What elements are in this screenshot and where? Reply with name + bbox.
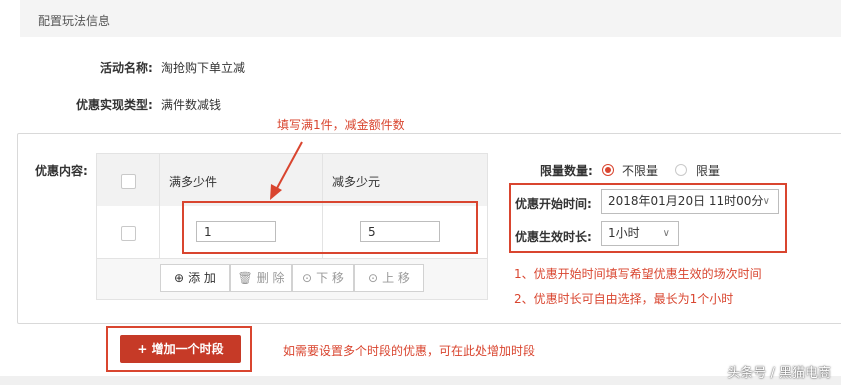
arrow-down-circle-icon: ⊙ [302, 271, 313, 285]
section-title: 配置玩法信息 [38, 14, 111, 28]
trash-icon: 🗑 [237, 271, 253, 285]
move-up-label: 上 移 [382, 271, 410, 285]
column-divider [159, 154, 160, 258]
column-header-min-qty: 满多少件 [169, 175, 218, 189]
annotation-top: 填写满1件，减金额件数 [277, 118, 405, 132]
limit-none-radio[interactable] [602, 164, 614, 176]
plus-circle-icon: ⊕ [174, 271, 185, 285]
duration-label: 优惠生效时长: [515, 230, 592, 244]
duration-value: 1小时 [608, 226, 640, 240]
limit-amount-label: 限量 [696, 164, 721, 178]
discount-type-label: 优惠实现类型: [76, 98, 153, 112]
chevron-down-icon: ∨ [762, 196, 770, 207]
discount-content-label: 优惠内容: [35, 164, 88, 178]
add-row-button[interactable]: ⊕ 添 加 [160, 264, 230, 292]
start-time-select[interactable]: 2018年01月20日 11时00分 ∨ [601, 189, 779, 214]
annotation-bottom: 如需要设置多个时段的优惠，可在此处增加时段 [283, 344, 536, 358]
add-row-label: 添 加 [188, 271, 216, 285]
move-up-button[interactable]: ⊙ 上 移 [354, 264, 424, 292]
discount-type-value: 满件数减钱 [161, 98, 222, 112]
move-down-label: 下 移 [316, 271, 344, 285]
start-time-label: 优惠开始时间: [515, 197, 592, 211]
column-header-reduce: 减多少元 [332, 175, 381, 189]
add-period-button[interactable]: + 增加一个时段 [120, 335, 241, 363]
table-header-reduce: 减多少元 [322, 154, 487, 207]
footer-bar [0, 376, 841, 385]
annotation-highlight-inputs [182, 201, 478, 254]
activity-name-value: 淘抢购下单立减 [161, 61, 246, 75]
row-checkbox[interactable] [121, 226, 136, 241]
limit-none-label: 不限量 [622, 164, 659, 178]
arrow-up-circle-icon: ⊙ [368, 271, 379, 285]
duration-select[interactable]: 1小时 ∨ [601, 221, 679, 246]
limit-label: 限量数量: [540, 164, 593, 178]
watermark: 头条号 / 黑猫电商 [727, 366, 831, 381]
activity-name-label: 活动名称: [100, 61, 153, 75]
annotation-arrow [270, 141, 303, 200]
select-all-checkbox[interactable] [121, 174, 136, 189]
delete-row-button[interactable]: 🗑 删 除 [230, 264, 292, 292]
annotation-note-1: 1、优惠开始时间填写希望优惠生效的场次时间 [514, 267, 762, 281]
section-header [20, 0, 841, 37]
delete-row-label: 删 除 [256, 271, 285, 285]
start-time-value: 2018年01月20日 11时00分 [608, 194, 764, 208]
chevron-down-icon: ∨ [662, 228, 670, 239]
limit-amount-radio[interactable] [675, 164, 687, 176]
table-header-select [97, 154, 159, 207]
table-row-select [97, 206, 159, 259]
move-down-button[interactable]: ⊙ 下 移 [292, 264, 354, 292]
annotation-note-2: 2、优惠时长可自由选择，最长为1个小时 [514, 292, 734, 306]
